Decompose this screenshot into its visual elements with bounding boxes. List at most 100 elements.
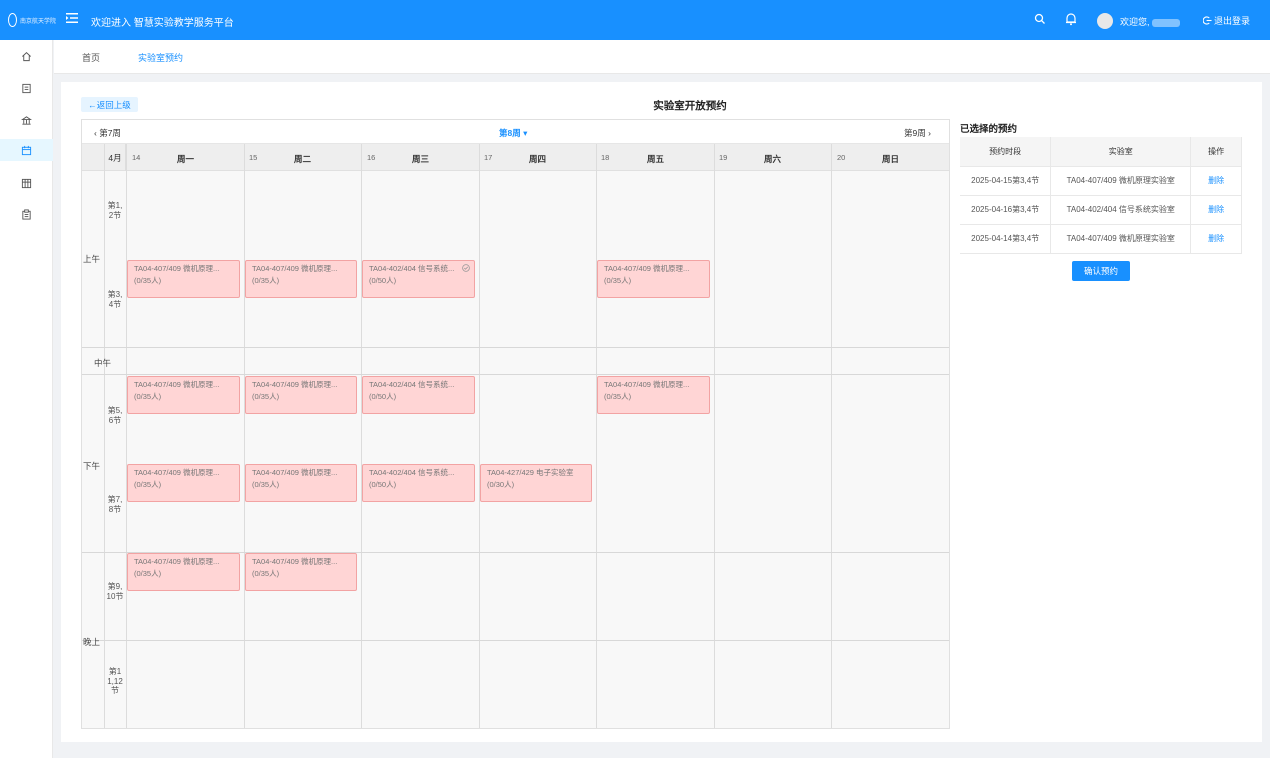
grid-line — [479, 144, 480, 728]
page-title: 实验室开放预约 — [653, 100, 727, 112]
booking-time: 2025-04-16第3,4节 — [960, 195, 1052, 225]
slot-lab: TA04-402/404 信号系统... — [369, 264, 455, 273]
slot-label: 第5,6节 — [107, 406, 123, 425]
sidebar-item-bank[interactable] — [0, 109, 53, 131]
slot-lab: TA04-407/409 微机原理... — [134, 557, 220, 566]
search-icon[interactable] — [1034, 13, 1046, 25]
grid-line — [104, 144, 105, 728]
day-number: 18 — [601, 153, 610, 162]
seal-icon — [8, 13, 17, 27]
day-name: 周五 — [647, 154, 665, 164]
welcome-label: 欢迎您, — [1120, 17, 1150, 27]
bell-icon[interactable] — [1065, 12, 1077, 26]
slot-capacity: (0/50人) — [369, 392, 397, 401]
slot-lab: TA04-407/409 微机原理... — [604, 264, 690, 273]
username-blurred — [1151, 18, 1180, 27]
booking-slot[interactable]: TA04-407/409 微机原理... (0/35人) — [245, 464, 357, 502]
day-name: 周四 — [529, 154, 547, 164]
avatar[interactable] — [1097, 13, 1113, 29]
clipboard-icon — [22, 208, 31, 220]
slot-capacity: (0/35人) — [252, 276, 280, 285]
menu-fold-icon[interactable] — [65, 11, 79, 25]
slot-label: 第3,4节 — [107, 290, 123, 309]
table-header-row: 预约时段 实验室 操作 — [960, 137, 1242, 167]
delete-button[interactable]: 删除 — [1190, 166, 1242, 196]
day-number: 14 — [132, 153, 141, 162]
current-week-label: 第8周 — [499, 128, 521, 138]
booking-slot[interactable]: TA04-402/404 信号系统... (0/50人) — [362, 376, 475, 414]
top-bar: 南京航天学院 欢迎进入 智慧实验教学服务平台 欢迎您, 退出登录 — [0, 0, 1270, 40]
grid-line — [82, 374, 949, 375]
tab-home[interactable]: 首页 — [82, 51, 100, 64]
slot-lab: TA04-407/409 微机原理... — [134, 264, 220, 273]
selected-bookings-title: 已选择的预约 — [960, 124, 1018, 135]
grid-line — [714, 144, 715, 728]
column-header: 预约时段 — [960, 137, 1052, 167]
current-week-dropdown[interactable]: 第8周 ▾ — [499, 127, 527, 139]
booking-slot[interactable]: TA04-407/409 微机原理... (0/35人) — [245, 376, 357, 414]
sidebar — [0, 40, 53, 758]
table-row: 2025-04-15第3,4节 TA04-407/409 微机原理实验室 删除 — [960, 166, 1242, 196]
sidebar-item-clipboard[interactable] — [0, 203, 53, 225]
sidebar-item-calendar[interactable] — [0, 139, 53, 161]
slot-lab: TA04-407/409 微机原理... — [252, 468, 338, 477]
confirm-booking-button[interactable]: 确认预约 — [1072, 261, 1130, 281]
slot-lab: TA04-402/404 信号系统... — [369, 468, 455, 477]
document-icon — [22, 83, 31, 93]
welcome-text: 欢迎您, — [1120, 15, 1180, 28]
sidebar-item-home[interactable] — [0, 45, 53, 67]
prev-week-label: 第7周 — [99, 128, 121, 138]
booking-slot[interactable]: TA04-407/409 微机原理... (0/35人) — [245, 260, 357, 298]
back-button[interactable]: ← 返回上级 — [81, 97, 138, 112]
slot-lab: TA04-407/409 微机原理... — [252, 380, 338, 389]
prev-week-button[interactable]: ‹ 第7周 — [94, 127, 121, 139]
day-number: 16 — [367, 153, 376, 162]
slot-capacity: (0/35人) — [604, 392, 632, 401]
sidebar-item-document[interactable] — [0, 77, 53, 99]
bank-icon — [21, 115, 32, 125]
grid-icon — [21, 178, 32, 188]
grid-line — [244, 144, 245, 728]
grid-line — [361, 144, 362, 728]
booking-slot[interactable]: TA04-407/409 微机原理... (0/35人) — [127, 376, 240, 414]
grid-line — [831, 144, 832, 728]
slot-capacity: (0/35人) — [134, 392, 162, 401]
delete-button[interactable]: 删除 — [1190, 195, 1242, 225]
booking-slot[interactable]: TA04-427/429 电子实验室 (0/30人) — [480, 464, 592, 502]
booking-slot[interactable]: TA04-407/409 微机原理... (0/35人) — [245, 553, 357, 591]
period-evening: 晚上 — [83, 637, 101, 647]
slot-lab: TA04-407/409 微机原理... — [252, 557, 338, 566]
booking-slot[interactable]: TA04-407/409 微机原理... (0/35人) — [597, 260, 710, 298]
table-row: 2025-04-16第3,4节 TA04-402/404 信号系统实验室 删除 — [960, 195, 1242, 225]
slot-label: 第7,8节 — [107, 495, 123, 514]
slot-capacity: (0/35人) — [252, 569, 280, 578]
sidebar-item-grid[interactable] — [0, 172, 53, 194]
next-week-button[interactable]: 第9周 › — [904, 127, 931, 139]
booking-slot[interactable]: TA04-407/409 微机原理... (0/35人) — [127, 260, 240, 298]
period-noon: 中午 — [94, 358, 112, 368]
day-name: 周三 — [412, 154, 430, 164]
booking-slot[interactable]: TA04-407/409 微机原理... (0/35人) — [127, 553, 240, 591]
delete-button[interactable]: 删除 — [1190, 224, 1242, 254]
slot-capacity: (0/35人) — [252, 480, 280, 489]
next-week-label: 第9周 — [904, 128, 926, 138]
day-name: 周二 — [294, 154, 312, 164]
booking-slot[interactable]: TA04-407/409 微机原理... (0/35人) — [597, 376, 710, 414]
period-afternoon: 下午 — [83, 461, 101, 471]
column-header: 实验室 — [1050, 137, 1192, 167]
slot-lab: TA04-407/409 微机原理... — [604, 380, 690, 389]
booking-slot[interactable]: TA04-402/404 信号系统... (0/50人) — [362, 260, 475, 298]
caret-down-icon: ▾ — [523, 128, 528, 138]
booking-slot[interactable]: TA04-407/409 微机原理... (0/35人) — [127, 464, 240, 502]
logout-button[interactable]: 退出登录 — [1203, 14, 1250, 27]
tab-lab-booking[interactable]: 实验室预约 — [138, 51, 183, 64]
slot-capacity: (0/35人) — [134, 569, 162, 578]
school-logo[interactable]: 南京航天学院 — [8, 12, 56, 28]
booking-slot[interactable]: TA04-402/404 信号系统... (0/50人) — [362, 464, 475, 502]
slot-capacity: (0/35人) — [252, 392, 280, 401]
check-circle-icon — [462, 264, 470, 272]
logo-text: 南京航天学院 — [19, 18, 56, 25]
slot-lab: TA04-427/429 电子实验室 — [487, 468, 574, 477]
booking-lab: TA04-407/409 微机原理实验室 — [1050, 166, 1192, 196]
booking-lab: TA04-407/409 微机原理实验室 — [1050, 224, 1192, 254]
